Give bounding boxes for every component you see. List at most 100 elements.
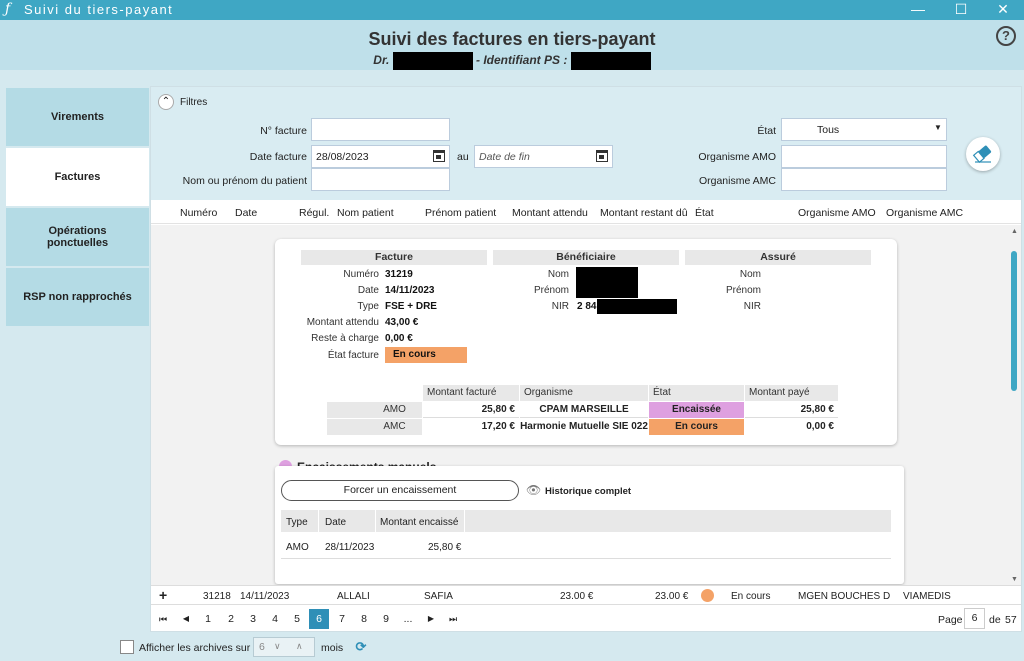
col-nom-patient[interactable]: Nom patient <box>337 207 394 219</box>
num-facture-input[interactable] <box>311 118 450 141</box>
table-row[interactable]: + 31218 14/11/2023 ALLALI SAFIA 23.00 € … <box>151 585 1021 603</box>
nav-label: Virements <box>51 111 104 123</box>
app-logo-icon: ƒ <box>5 1 11 17</box>
months-stepper[interactable]: 6 ∨ ∧ <box>253 637 315 657</box>
col-regul[interactable]: Régul. <box>299 207 329 219</box>
col-prenom-patient[interactable]: Prénom patient <box>425 207 496 219</box>
page-link[interactable]: 2 <box>221 609 241 629</box>
amo-montant-facture: 25,80 € <box>423 402 519 418</box>
calendar-icon[interactable] <box>433 150 445 162</box>
help-icon[interactable]: ? <box>996 26 1016 46</box>
type-key: Type <box>357 301 379 312</box>
page-link[interactable]: 5 <box>287 609 307 629</box>
eraser-icon[interactable] <box>966 137 1000 171</box>
nom-patient-input[interactable] <box>311 168 450 191</box>
amc-organisme: Harmonie Mutuelle SIE 022 <box>520 421 648 432</box>
col-organisme: Organisme <box>520 385 648 401</box>
col-montant-restant[interactable]: Montant restant dû <box>600 207 688 219</box>
page-link[interactable]: 8 <box>354 609 374 629</box>
date-fin-input[interactable]: Date de fin <box>474 145 613 168</box>
etat-facture-key: État facture <box>327 350 379 361</box>
eye-slash-icon[interactable]: 👁 <box>526 483 541 497</box>
scroll-up-icon[interactable]: ▲ <box>1011 228 1018 235</box>
prev-page-icon[interactable]: ◀ <box>176 609 196 629</box>
row-amo: MGEN BOUCHES D <box>798 591 891 602</box>
nom-patient-label: Nom ou prénom du patient <box>182 175 307 187</box>
enc-col-montant: Montant encaissé <box>380 517 459 528</box>
nav-operations-ponctuelles[interactable]: Opérations ponctuelles <box>6 208 149 266</box>
date-key: Date <box>357 285 379 296</box>
assure-section-header: Assuré <box>685 250 871 265</box>
amc-label: Organisme AMC <box>698 175 776 187</box>
benef-nir-key: NIR <box>551 301 569 312</box>
enc-row-divider <box>281 558 891 559</box>
page-link[interactable]: 9 <box>376 609 396 629</box>
stepper-up-icon[interactable]: ∧ <box>296 641 303 652</box>
row-montant-restant: 23.00 € <box>655 591 689 602</box>
first-page-icon[interactable]: ⏮ <box>153 609 173 629</box>
close-button[interactable]: ✕ <box>993 1 1013 18</box>
next-page-icon[interactable]: ▶ <box>421 609 441 629</box>
historique-complet-link[interactable]: Historique complet <box>545 486 631 497</box>
page-header: Suivi des factures en tiers-payant Dr. -… <box>0 20 1024 70</box>
page-title: Suivi des factures en tiers-payant <box>368 29 656 49</box>
page-link[interactable]: 1 <box>198 609 218 629</box>
col-montant-attendu[interactable]: Montant attendu <box>512 207 588 219</box>
col-date[interactable]: Date <box>235 207 257 219</box>
col-etat[interactable]: État <box>695 207 714 219</box>
total-pages: 57 <box>1005 614 1017 626</box>
last-page-icon[interactable]: ⏭ <box>443 609 463 629</box>
page-link[interactable]: 3 <box>243 609 263 629</box>
refresh-icon[interactable]: ⟳ <box>353 639 369 655</box>
row-date: 14/11/2023 <box>240 591 290 602</box>
filters-panel: ⌃ Filtres N° facture Date facture 28/08/… <box>151 87 1021 200</box>
archives-checkbox[interactable] <box>120 640 134 654</box>
forcer-encaissement-button[interactable]: Forcer un encaissement <box>281 480 519 501</box>
date-value: 14/11/2023 <box>385 285 435 296</box>
page-number-input[interactable]: 6 <box>964 608 985 629</box>
ps-id-label: - Identifiant PS : <box>476 53 568 68</box>
date-facture-input[interactable]: 28/08/2023 <box>311 145 450 168</box>
window-titlebar: ƒ Suivi du tiers-payant — ☐ ✕ <box>0 0 1024 20</box>
enc-col-type: Type <box>286 517 308 528</box>
expand-row-icon[interactable]: + <box>159 587 167 603</box>
status-dot-icon <box>701 589 714 602</box>
scrollbar-thumb[interactable] <box>1011 251 1017 391</box>
encaissements-header-row <box>281 510 891 532</box>
numero-value: 31219 <box>385 269 413 280</box>
col-numero[interactable]: Numéro <box>180 207 217 219</box>
collapse-filters-icon[interactable]: ⌃ <box>158 94 174 110</box>
row-numero: 31218 <box>203 591 231 602</box>
amc-etat-badge: En cours <box>649 419 744 435</box>
scroll-down-icon[interactable]: ▼ <box>1011 576 1018 583</box>
minimize-button[interactable]: — <box>908 1 928 17</box>
benef-nom-key: Nom <box>547 269 569 280</box>
stepper-down-icon[interactable]: ∨ <box>274 641 281 652</box>
date-fin-placeholder: Date de fin <box>479 151 530 163</box>
nav-virements[interactable]: Virements <box>6 88 149 146</box>
page-subtitle: Dr. - Identifiant PS : <box>0 52 1024 70</box>
amo-organisme: CPAM MARSEILLE <box>520 402 648 418</box>
nav-label: Factures <box>54 171 101 183</box>
page-link[interactable]: 4 <box>265 609 285 629</box>
amo-input[interactable] <box>781 145 947 168</box>
enc-col-divider <box>375 510 376 532</box>
nav-factures[interactable]: Factures <box>6 148 149 206</box>
page-link-active[interactable]: 6 <box>309 609 329 629</box>
window-title: Suivi du tiers-payant <box>24 2 174 17</box>
page-link[interactable]: 7 <box>332 609 352 629</box>
montant-attendu-value: 43,00 € <box>385 317 419 328</box>
amc-input[interactable] <box>781 168 947 191</box>
benef-nir-value: 2 84 <box>577 301 597 312</box>
table-header: Numéro Date Régul. Nom patient Prénom pa… <box>151 201 1021 224</box>
calendar-icon[interactable] <box>596 150 608 162</box>
date-facture-label: Date facture <box>249 151 307 163</box>
col-organisme-amc[interactable]: Organisme AMC <box>886 207 963 219</box>
assure-prenom-key: Prénom <box>725 285 761 296</box>
nav-label: RSP non rapprochés <box>23 291 132 303</box>
col-organisme-amo[interactable]: Organisme AMO <box>798 207 876 219</box>
montant-attendu-key: Montant attendu <box>306 317 379 328</box>
maximize-button[interactable]: ☐ <box>951 1 971 18</box>
etat-select[interactable]: Tous ▼ <box>781 118 947 141</box>
nav-rsp-non-rapproches[interactable]: RSP non rapprochés <box>6 268 149 326</box>
